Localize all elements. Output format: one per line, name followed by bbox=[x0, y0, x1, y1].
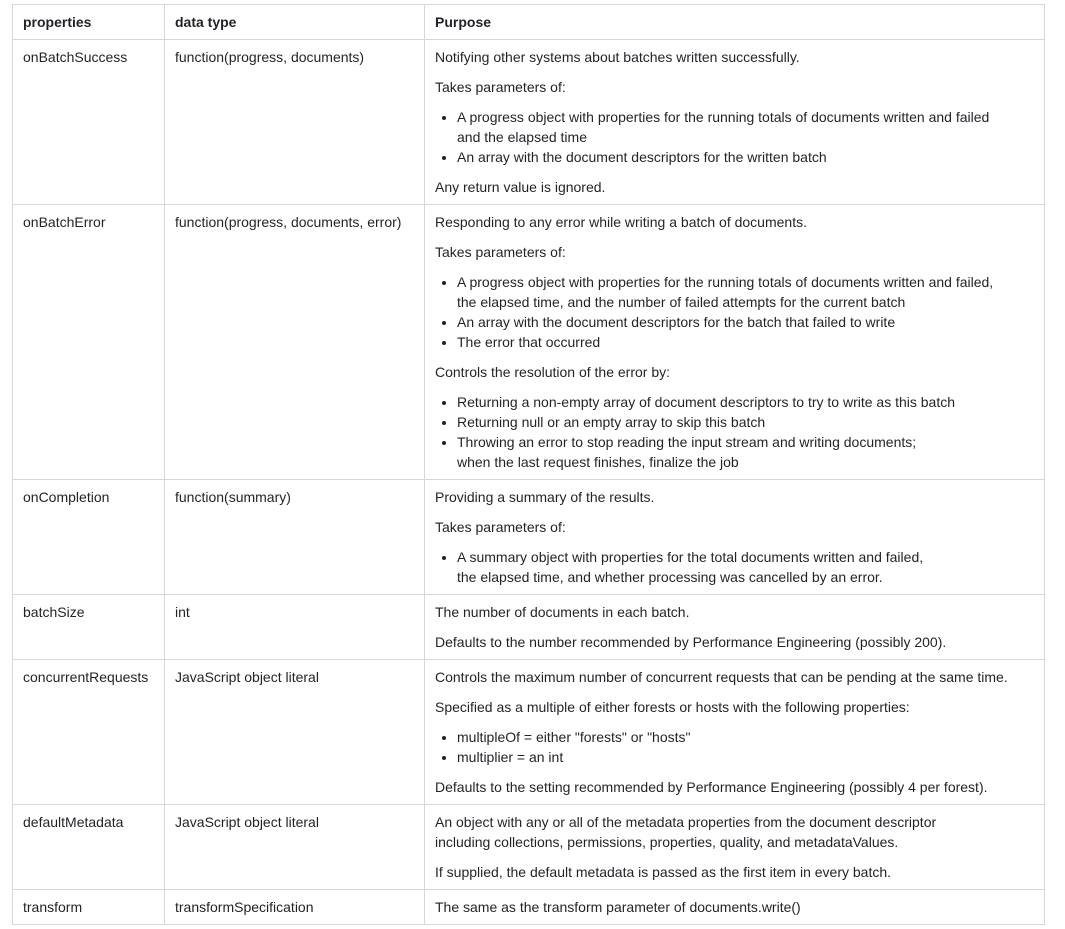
header-data-type: data type bbox=[164, 4, 425, 40]
properties-table: properties data type Purpose onBatchSucc… bbox=[12, 4, 1045, 925]
data-type-cell: transformSpecification bbox=[164, 889, 425, 925]
property-name-cell: transform bbox=[12, 889, 165, 925]
bullet-item: Returning a non-empty array of document … bbox=[457, 392, 1034, 412]
bullet-list: A progress object with properties for th… bbox=[435, 107, 1034, 167]
purpose-cell: The same as the transform parameter of d… bbox=[424, 889, 1045, 925]
data-type-cell: function(summary) bbox=[164, 479, 425, 595]
purpose-paragraph: An object with any or all of the metadat… bbox=[435, 814, 937, 850]
bullet-item: Throwing an error to stop reading the in… bbox=[457, 432, 1034, 472]
purpose-paragraph: The number of documents in each batch. bbox=[435, 604, 690, 620]
bullet-list: Returning a non-empty array of document … bbox=[435, 392, 1034, 472]
header-properties: properties bbox=[12, 4, 165, 40]
table-row: onBatchSuccess function(progress, documen… bbox=[12, 39, 1045, 205]
property-name-cell: onBatchError bbox=[12, 204, 165, 480]
property-name-cell: onCompletion bbox=[12, 479, 165, 595]
bullet-item: A progress object with properties for th… bbox=[457, 272, 1034, 312]
purpose-paragraph: Controls the resolution of the error by: bbox=[435, 364, 671, 380]
purpose-paragraph: Specified as a multiple of either forest… bbox=[435, 699, 910, 715]
table-row: concurrentRequests JavaScript object lite… bbox=[12, 659, 1045, 805]
property-name-cell: onBatchSuccess bbox=[12, 39, 165, 205]
bullet-item: multiplier = an int bbox=[457, 747, 1034, 767]
bullet-item: A summary object with properties for the… bbox=[457, 547, 1034, 587]
purpose-paragraph: Defaults to the setting recommended by P… bbox=[435, 779, 988, 795]
purpose-paragraph: Any return value is ignored. bbox=[435, 179, 606, 195]
header-row: properties data type Purpose bbox=[12, 4, 1045, 40]
purpose-cell: Notifying other systems about batches wr… bbox=[424, 39, 1045, 205]
table-row: onCompletion function(summary) Providing a… bbox=[12, 479, 1045, 595]
data-type-cell: function(progress, documents, error) bbox=[164, 204, 425, 480]
purpose-paragraph: Providing a summary of the results. bbox=[435, 489, 655, 505]
bullet-item: The error that occurred bbox=[457, 332, 1034, 352]
property-name-cell: defaultMetadata bbox=[12, 804, 165, 890]
bullet-item: multipleOf = either "forests" or "hosts" bbox=[457, 727, 1034, 747]
bullet-item: Returning null or an empty array to skip… bbox=[457, 412, 1034, 432]
table-row: onBatchError function(progress, documents… bbox=[12, 204, 1045, 480]
purpose-cell: The number of documents in each batch. De… bbox=[424, 594, 1045, 660]
bullet-item: An array with the document descriptors f… bbox=[457, 147, 1034, 167]
bullet-item: An array with the document descriptors f… bbox=[457, 312, 1034, 332]
purpose-paragraph: The same as the transform parameter of d… bbox=[435, 899, 801, 915]
purpose-cell: An object with any or all of the metadat… bbox=[424, 804, 1045, 890]
data-type-cell: int bbox=[164, 594, 425, 660]
property-name-cell: batchSize bbox=[12, 594, 165, 660]
bullet-item: A progress object with properties for th… bbox=[457, 107, 1034, 147]
purpose-cell: Providing a summary of the results. Takes… bbox=[424, 479, 1045, 595]
purpose-paragraph: Takes parameters of: bbox=[435, 79, 566, 95]
bullet-list: A summary object with properties for the… bbox=[435, 547, 1034, 587]
purpose-paragraph: Defaults to the number recommended by Pe… bbox=[435, 634, 947, 650]
purpose-paragraph: Notifying other systems about batches wr… bbox=[435, 49, 800, 65]
table-row: transform transformSpecification The same … bbox=[12, 889, 1045, 925]
property-name-cell: concurrentRequests bbox=[12, 659, 165, 805]
table-body: onBatchSuccess function(progress, documen… bbox=[12, 39, 1045, 925]
data-type-cell: function(progress, documents) bbox=[164, 39, 425, 205]
table-row: batchSize int The number of documents in e… bbox=[12, 594, 1045, 660]
header-purpose: Purpose bbox=[424, 4, 1045, 40]
purpose-paragraph: Takes parameters of: bbox=[435, 244, 566, 260]
purpose-paragraph: If supplied, the default metadata is pas… bbox=[435, 864, 892, 880]
purpose-cell: Responding to any error while writing a … bbox=[424, 204, 1045, 480]
purpose-paragraph: Takes parameters of: bbox=[435, 519, 566, 535]
data-type-cell: JavaScript object literal bbox=[164, 804, 425, 890]
data-type-cell: JavaScript object literal bbox=[164, 659, 425, 805]
purpose-paragraph: Responding to any error while writing a … bbox=[435, 214, 807, 230]
properties-table-container: properties data type Purpose onBatchSucc… bbox=[12, 4, 1045, 925]
purpose-paragraph: Controls the maximum number of concurren… bbox=[435, 669, 1008, 685]
table-header: properties data type Purpose bbox=[12, 4, 1045, 40]
purpose-cell: Controls the maximum number of concurren… bbox=[424, 659, 1045, 805]
table-row: defaultMetadata JavaScript object literal… bbox=[12, 804, 1045, 890]
bullet-list: multipleOf = either "forests" or "hosts"… bbox=[435, 727, 1034, 767]
bullet-list: A progress object with properties for th… bbox=[435, 272, 1034, 352]
